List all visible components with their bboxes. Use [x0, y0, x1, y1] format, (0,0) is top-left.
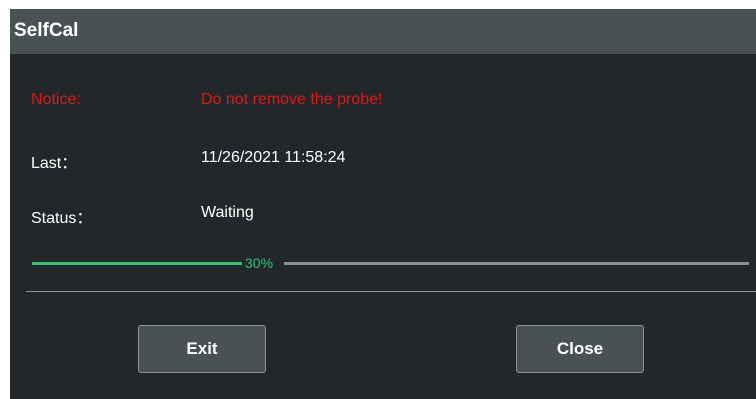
progress-fill: [32, 262, 242, 265]
progress-remaining: [284, 262, 749, 265]
exit-button[interactable]: Exit: [138, 325, 266, 373]
status-label: Status：: [31, 210, 93, 227]
divider: [26, 291, 756, 292]
last-label: Last：: [31, 155, 78, 172]
status-value: Waiting: [201, 204, 254, 221]
title-bar: SelfCal: [10, 9, 756, 54]
notice-text: Do not remove the probe!: [201, 91, 383, 108]
dialog-title: SelfCal: [14, 20, 79, 41]
close-button[interactable]: Close: [516, 325, 644, 373]
notice-label: Notice:: [31, 91, 81, 108]
last-calibration-time: 11/26/2021 11:58:24: [201, 149, 346, 166]
selfcal-dialog: SelfCal Notice: Do not remove the probe!…: [10, 9, 756, 399]
calibration-progress-bar: 30%: [32, 253, 749, 273]
progress-percent: 30%: [245, 255, 274, 271]
